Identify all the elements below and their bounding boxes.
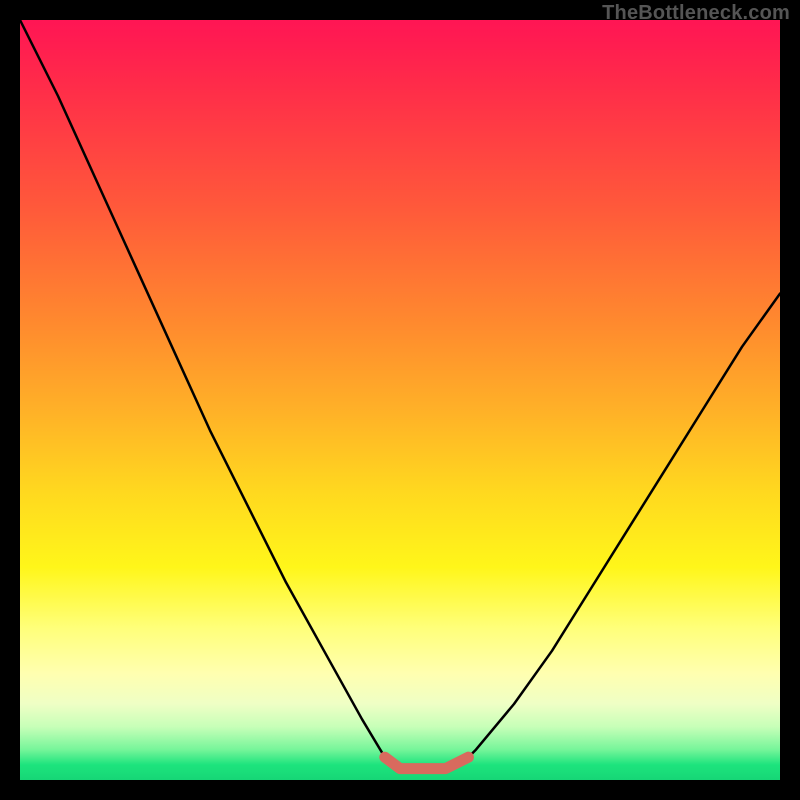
chart-frame: TheBottleneck.com [0,0,800,800]
bottleneck-curve [20,20,780,769]
plot-area [20,20,780,780]
flat-bottom-highlight [385,757,469,768]
watermark-text: TheBottleneck.com [602,2,790,25]
curve-svg [20,20,780,780]
